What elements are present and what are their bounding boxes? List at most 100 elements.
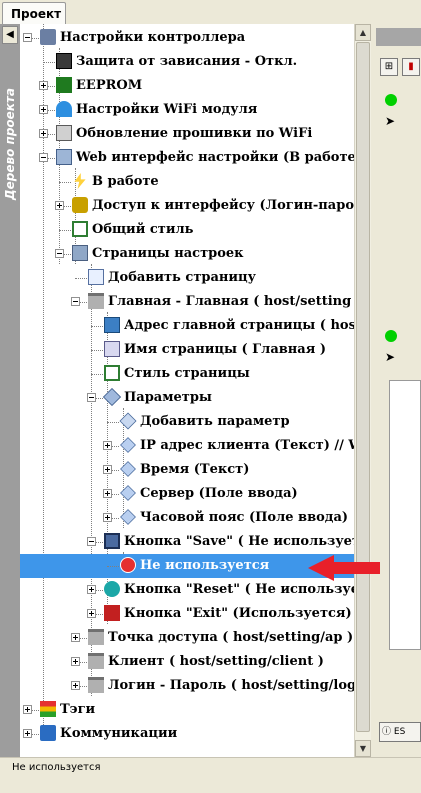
- tree-item-label: Имя страницы ( Главная ): [124, 342, 327, 357]
- exit-icon: [104, 605, 120, 621]
- collapse-icon[interactable]: [23, 33, 32, 42]
- collapse-icon[interactable]: [87, 393, 96, 402]
- editor-toolbar-button[interactable]: ⊞: [380, 58, 398, 76]
- expand-icon[interactable]: [103, 489, 112, 498]
- tab-bar: Проект: [0, 0, 421, 24]
- tree-item-label: Точка доступа ( host/setting/ap ): [108, 630, 354, 645]
- page-icon: [88, 293, 104, 309]
- page-icon: [88, 653, 104, 669]
- editor-toolbar-button-2[interactable]: ▮: [402, 58, 420, 76]
- save-icon: [104, 533, 120, 549]
- collapse-icon[interactable]: [39, 153, 48, 162]
- tree-item[interactable]: Параметры: [20, 386, 354, 410]
- tree-scrollbar[interactable]: ▲ ▼: [354, 24, 371, 757]
- expand-icon[interactable]: [23, 705, 32, 714]
- expand-icon[interactable]: [23, 729, 32, 738]
- tree-item[interactable]: Точка доступа ( host/setting/ap ): [20, 626, 354, 650]
- tree-connector: [107, 422, 119, 423]
- tree-item[interactable]: Добавить параметр: [20, 410, 354, 434]
- scroll-up-button[interactable]: ▲: [355, 24, 371, 41]
- tree-item[interactable]: Время (Текст): [20, 458, 354, 482]
- tree-item[interactable]: Клиент ( host/setting/client ): [20, 650, 354, 674]
- tree-item-label: Web интерфейс настройки (В работе): [76, 150, 354, 165]
- scroll-down-button[interactable]: ▼: [355, 740, 371, 757]
- tree-item[interactable]: Коммуникации: [20, 722, 354, 746]
- collapse-sidebar-button[interactable]: ◀: [2, 26, 18, 44]
- tree-item-label: Настройки контроллера: [60, 30, 246, 45]
- tree-item[interactable]: Главная - Главная ( host/setting ): [20, 290, 354, 314]
- tree-item[interactable]: Доступ к интерфейсу (Логин-пароль: [20, 194, 354, 218]
- tree-item[interactable]: Общий стиль: [20, 218, 354, 242]
- expand-icon[interactable]: [103, 465, 112, 474]
- tree-item-label: Параметры: [124, 390, 212, 405]
- tree-item[interactable]: Страницы настроек: [20, 242, 354, 266]
- expand-icon[interactable]: [71, 633, 80, 642]
- lock-icon: [72, 197, 88, 213]
- tree-item[interactable]: Имя страницы ( Главная ): [20, 338, 354, 362]
- tree-item[interactable]: Кнопка "Exit" (Используется): [20, 602, 354, 626]
- expand-icon[interactable]: [39, 129, 48, 138]
- info-icon: ⓘ: [382, 727, 392, 737]
- tree-item[interactable]: Защита от зависания - Откл.: [20, 50, 354, 74]
- tree-item-label: Настройки WiFi модуля: [76, 102, 258, 117]
- scroll-thumb[interactable]: [356, 42, 370, 732]
- reset-icon: [104, 581, 120, 597]
- tree-item[interactable]: Тэги: [20, 698, 354, 722]
- tree-item-label: EEPROM: [76, 78, 143, 93]
- comm-icon: [40, 725, 56, 741]
- status-bar: Не используется: [0, 757, 421, 793]
- tree-item-selected[interactable]: Не используется: [20, 554, 354, 578]
- arrow-icon-2: ➤: [385, 350, 396, 364]
- tree-item[interactable]: Настройки контроллера: [20, 26, 354, 50]
- tree-item[interactable]: Добавить страницу: [20, 266, 354, 290]
- tree-item[interactable]: Сервер (Поле ввода): [20, 482, 354, 506]
- tree-item[interactable]: Кнопка "Reset" ( Не используется: [20, 578, 354, 602]
- tree-item[interactable]: Кнопка "Save" ( Не используется: [20, 530, 354, 554]
- tree-item[interactable]: EEPROM: [20, 74, 354, 98]
- tag-icon: [120, 485, 136, 501]
- arrow-icon: ➤: [385, 114, 396, 128]
- expand-icon[interactable]: [39, 105, 48, 114]
- expand-icon[interactable]: [87, 609, 96, 618]
- block-status-icon: [385, 94, 397, 106]
- collapse-icon[interactable]: [87, 537, 96, 546]
- pages-icon: [72, 245, 88, 261]
- expand-icon[interactable]: [103, 441, 112, 450]
- expand-icon[interactable]: [71, 657, 80, 666]
- error-icon: [120, 557, 136, 573]
- tree-item[interactable]: Обновление прошивки по WiFi: [20, 122, 354, 146]
- project-tree: Настройки контроллера Защита от зависания…: [20, 24, 354, 757]
- tree-item-label: Время (Текст): [140, 462, 250, 477]
- editor-header: [376, 28, 421, 46]
- tree-item-label: Страницы настроек: [92, 246, 244, 261]
- expand-icon[interactable]: [71, 681, 80, 690]
- tree-item[interactable]: Адрес главной страницы ( host: [20, 314, 354, 338]
- expand-icon[interactable]: [55, 201, 64, 210]
- editor-bottom-tab[interactable]: ⓘ ES: [379, 722, 421, 742]
- collapse-icon[interactable]: [55, 249, 64, 258]
- tree-item[interactable]: Web интерфейс настройки (В работе): [20, 146, 354, 170]
- watchdog-icon: [56, 53, 72, 69]
- tree-item[interactable]: Настройки WiFi модуля: [20, 98, 354, 122]
- tree-item-label: Кнопка "Save" ( Не используется: [124, 534, 354, 549]
- tree-item[interactable]: В работе: [20, 170, 354, 194]
- tree-item-label: Добавить параметр: [140, 414, 290, 429]
- expand-icon[interactable]: [103, 513, 112, 522]
- collapse-icon[interactable]: [71, 297, 80, 306]
- tree-item[interactable]: Часовой пояс (Поле ввода): [20, 506, 354, 530]
- expand-icon[interactable]: [39, 81, 48, 90]
- tab-project[interactable]: Проект: [2, 2, 66, 24]
- tree-item-label: Стиль страницы: [124, 366, 250, 381]
- block-table[interactable]: [389, 380, 421, 650]
- tree-item[interactable]: IP адрес клиента (Текст) // W: [20, 434, 354, 458]
- tree-item[interactable]: Логин - Пароль ( host/setting/login: [20, 674, 354, 698]
- tree-item-label: В работе: [92, 174, 159, 189]
- page-icon: [88, 629, 104, 645]
- add-page-icon: [88, 269, 104, 285]
- tree-item-label: Сервер (Поле ввода): [140, 486, 298, 501]
- project-tree-sidebar: ◀ Дерево проекта: [0, 24, 20, 757]
- expand-icon[interactable]: [87, 585, 96, 594]
- red-arrow-icon: [308, 555, 380, 581]
- style-icon: [72, 221, 88, 237]
- tree-item[interactable]: Стиль страницы: [20, 362, 354, 386]
